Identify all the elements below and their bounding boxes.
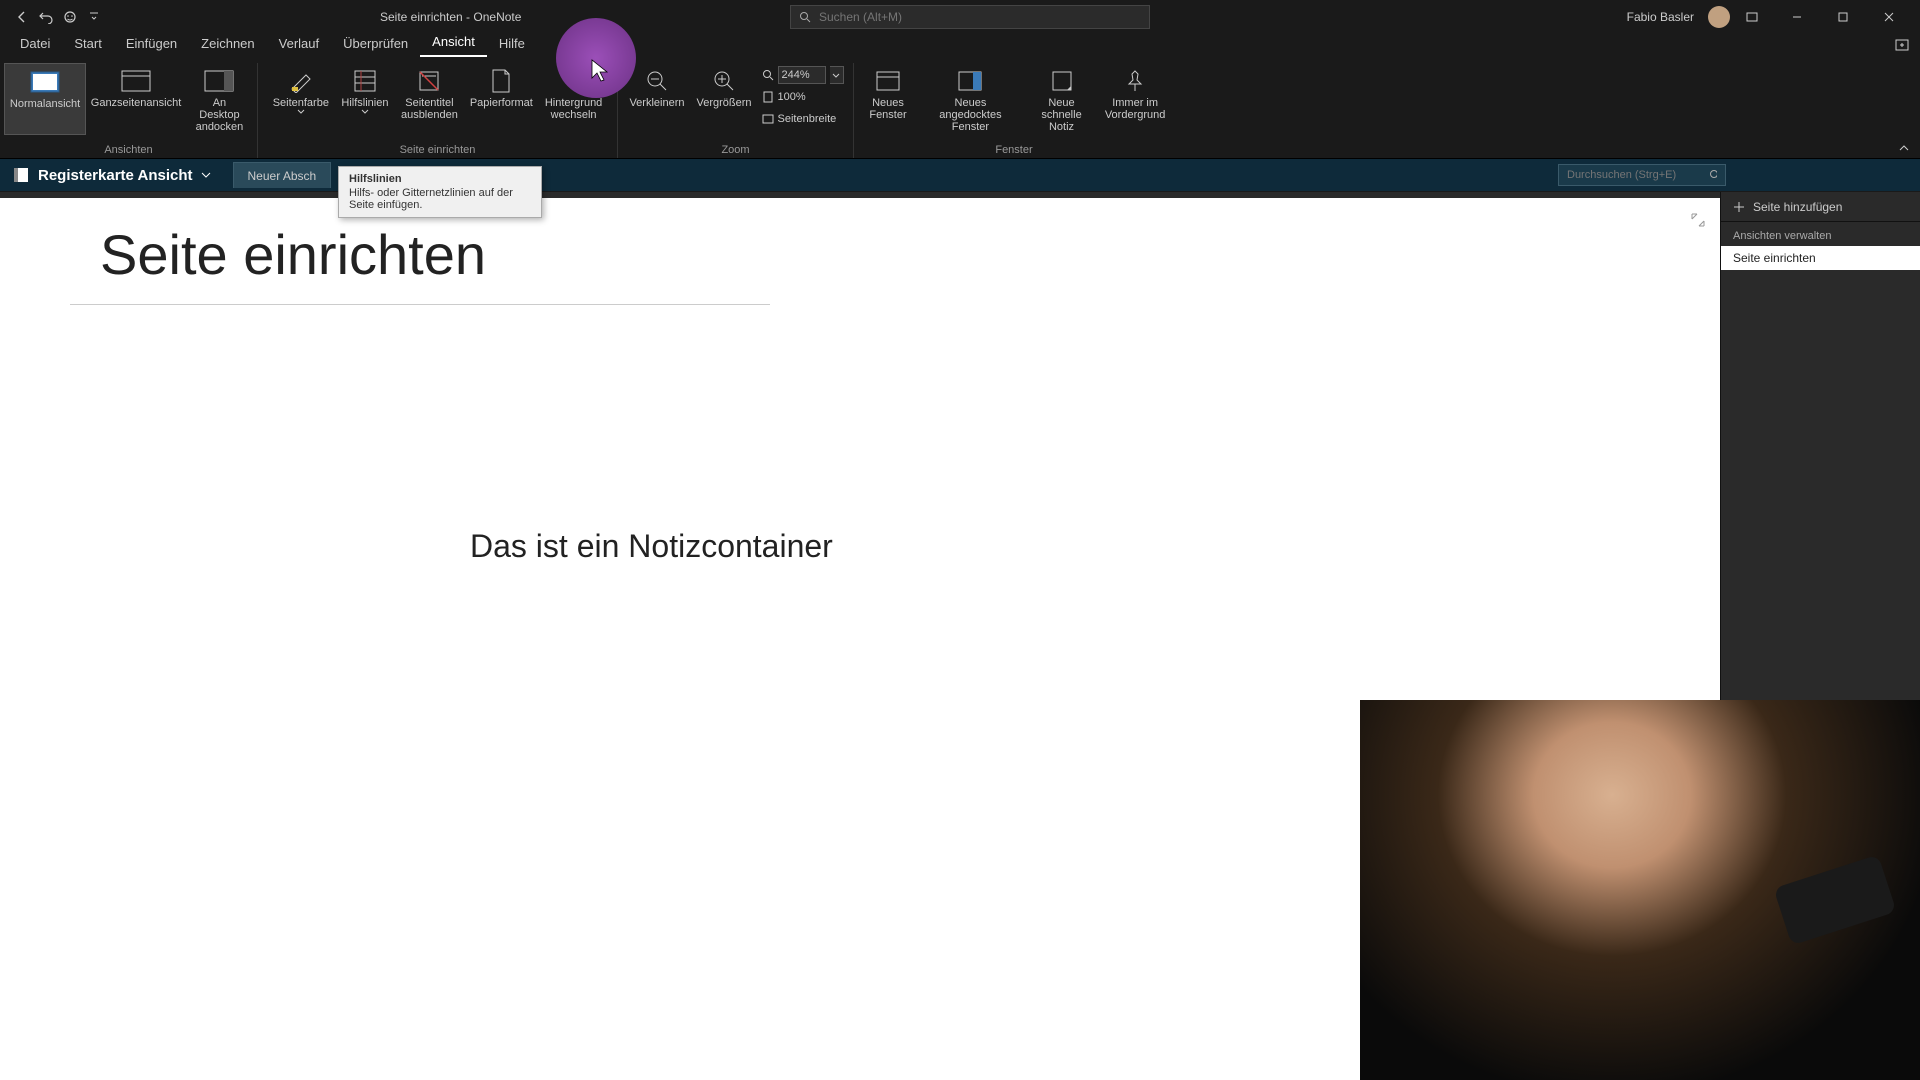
user-name[interactable]: Fabio Basler [1627,10,1694,24]
group-zoom-label: Zoom [618,144,853,156]
menu-verlauf[interactable]: Verlauf [267,32,331,57]
angedocktes-fenster-button[interactable]: Neues angedocktes Fenster [918,63,1023,135]
page-icon [762,91,774,103]
navigation-strip: Registerkarte Ansicht Neuer Absch [0,159,1920,191]
webcam-overlay [1360,700,1920,1080]
seitenfarbe-button[interactable]: Seitenfarbe [267,63,335,123]
page-title[interactable]: Seite einrichten [100,222,486,287]
menu-ueberpruefen[interactable]: Überprüfen [331,32,420,57]
menu-zeichnen[interactable]: Zeichnen [189,32,266,57]
search-icon [799,11,811,23]
seitentitel-button[interactable]: Seitentitel ausblenden [395,63,464,123]
zoom-input[interactable] [778,66,826,84]
page-list-header[interactable]: Ansichten verwalten [1721,222,1920,246]
share-icon[interactable] [1894,37,1910,53]
minimize-button[interactable] [1774,0,1820,33]
papierformat-button[interactable]: Papierformat [464,63,539,123]
normal-view-icon [28,68,62,96]
page-color-icon [284,67,318,95]
notebook-icon [12,166,30,184]
hide-title-icon [412,67,446,95]
collapse-ribbon-icon[interactable] [1898,144,1910,152]
hintergrund-button[interactable]: Hintergrund wechseln [539,63,608,123]
maximize-button[interactable] [1820,0,1866,33]
ganzseitenansicht-button[interactable]: Ganzseitenansicht [86,63,186,135]
quick-note-icon [1045,67,1079,95]
zoom-in-icon [707,67,741,95]
close-button[interactable] [1866,0,1912,33]
background-icon [557,67,591,95]
section-tab[interactable]: Neuer Absch [233,162,332,188]
group-ansichten-label: Ansichten [0,144,257,156]
nav-search-box[interactable] [1558,164,1726,186]
new-window-icon [871,67,905,95]
pin-icon [1118,67,1152,95]
undo-icon[interactable] [38,9,54,25]
note-container[interactable]: Das ist ein Notizcontainer [470,528,833,565]
search-icon [1709,169,1717,181]
redo-icon[interactable] [62,9,78,25]
zoom-value-row[interactable] [762,65,844,85]
neues-fenster-button[interactable]: Neues Fenster [858,63,918,135]
tooltip-body: Hilfs- oder Gitternetzlinien auf der Sei… [349,187,531,211]
tooltip: Hilfslinien Hilfs- oder Gitternetzlinien… [338,166,542,218]
title-bar: Seite einrichten - OneNote Fabio Basler [0,0,1920,33]
tooltip-title: Hilfslinien [349,173,531,185]
chevron-down-icon [201,172,211,178]
menu-einfuegen[interactable]: Einfügen [114,32,189,57]
dock-icon [202,67,236,95]
rule-lines-icon [348,67,382,95]
schnelle-notiz-button[interactable]: Neue schnelle Notiz [1023,63,1100,135]
zoom-dropdown[interactable] [830,66,844,84]
normalansicht-button[interactable]: Normalansicht [4,63,86,135]
group-fenster-label: Fenster [854,144,1174,156]
menu-datei[interactable]: Datei [8,32,62,57]
search-box[interactable] [790,5,1150,29]
immer-vordergrund-button[interactable]: Immer im Vordergrund [1100,63,1170,135]
title-rule [70,304,770,305]
menu-ansicht[interactable]: Ansicht [420,30,487,57]
magnify-icon [762,69,774,81]
menu-bar: Datei Start Einfügen Zeichnen Verlauf Üb… [0,33,1920,57]
group-seite-label: Seite einrichten [258,144,617,156]
andocken-button[interactable]: An Desktop andocken [186,63,253,135]
add-page-button[interactable]: Seite hinzufügen [1721,192,1920,222]
hilfslinien-button[interactable]: Hilfslinien [335,63,395,123]
vergroessern-button[interactable]: Vergrößern [691,63,758,131]
page-item-active[interactable]: Seite einrichten [1721,246,1920,270]
ribbon: Normalansicht Ganzseitenansicht An Deskt… [0,57,1920,159]
fullpage-view-icon [119,67,153,95]
ribbon-display-icon[interactable] [1744,9,1760,25]
docked-window-icon [953,67,987,95]
search-input[interactable] [819,10,1141,24]
zoom-out-icon [640,67,674,95]
chevron-down-icon [361,109,369,114]
zoom-100-button[interactable]: 100% [762,87,844,107]
page-width-icon [762,113,774,125]
nav-search-input[interactable] [1567,169,1709,181]
expand-icon[interactable] [1690,212,1706,228]
menu-hilfe[interactable]: Hilfe [487,32,537,57]
verkleinern-button[interactable]: Verkleinern [623,63,690,131]
chevron-down-icon [297,109,305,114]
back-icon[interactable] [14,9,30,25]
menu-start[interactable]: Start [62,32,113,57]
window-title: Seite einrichten - OneNote [380,10,521,24]
customize-qat-icon[interactable] [86,9,102,25]
seitenbreite-button[interactable]: Seitenbreite [762,109,844,129]
plus-icon [1733,201,1745,213]
notebook-selector[interactable]: Registerkarte Ansicht [0,166,223,184]
avatar[interactable] [1708,6,1730,28]
paper-size-icon [484,67,518,95]
microphone [1773,854,1896,945]
